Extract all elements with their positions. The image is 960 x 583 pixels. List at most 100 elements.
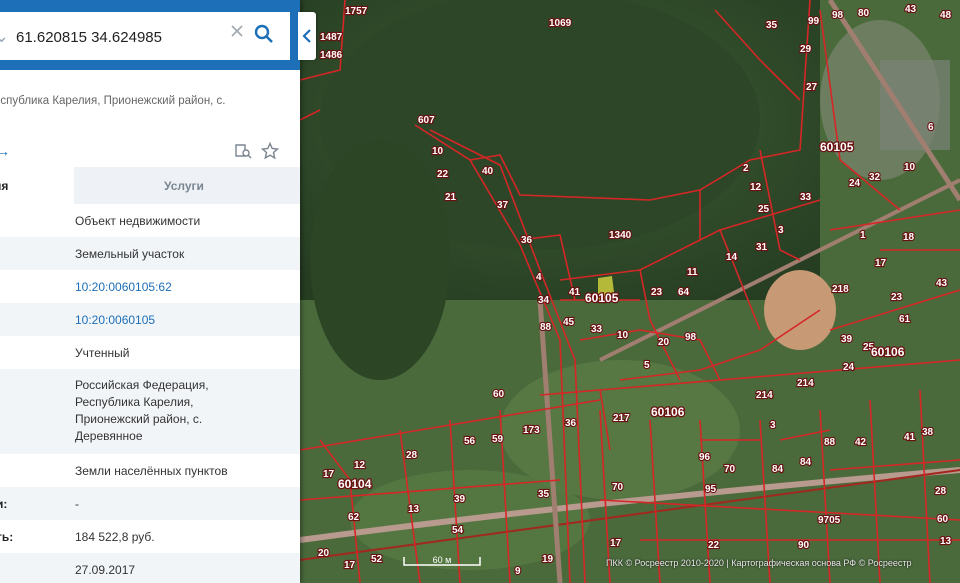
info-row: Земли населённых пунктов bbox=[75, 464, 228, 478]
star-icon[interactable] bbox=[261, 142, 279, 160]
svg-text:22: 22 bbox=[708, 540, 720, 551]
info-row: и: - bbox=[0, 487, 300, 520]
svg-text:35: 35 bbox=[538, 489, 550, 500]
info-row: Объект недвижимости bbox=[75, 214, 201, 228]
svg-text:214: 214 bbox=[797, 378, 814, 389]
close-icon[interactable] bbox=[230, 24, 244, 38]
collapse-panel-button[interactable] bbox=[298, 12, 316, 60]
chevron-left-icon bbox=[302, 29, 311, 43]
svg-text:59: 59 bbox=[492, 434, 504, 445]
svg-text:10: 10 bbox=[432, 146, 444, 157]
svg-text:41: 41 bbox=[904, 432, 916, 443]
chevron-down-icon[interactable]: ⌄ bbox=[0, 26, 9, 47]
svg-text:96: 96 bbox=[699, 452, 711, 463]
svg-text:1: 1 bbox=[860, 230, 866, 241]
svg-text:41: 41 bbox=[569, 287, 581, 298]
svg-text:99: 99 bbox=[808, 16, 820, 27]
map-copyright: ПКК © Росреестр 2010-2020 | Картографиче… bbox=[606, 558, 912, 568]
svg-text:60105: 60105 bbox=[820, 140, 854, 154]
tab-services[interactable]: Услуги bbox=[74, 167, 300, 204]
svg-text:36: 36 bbox=[565, 418, 577, 429]
svg-text:17: 17 bbox=[323, 469, 335, 480]
svg-text:214: 214 bbox=[756, 390, 773, 401]
svg-text:29: 29 bbox=[800, 44, 812, 55]
svg-text:61: 61 bbox=[899, 314, 911, 325]
svg-text:84: 84 bbox=[772, 464, 784, 475]
svg-text:17: 17 bbox=[875, 258, 887, 269]
svg-text:54: 54 bbox=[452, 525, 464, 536]
svg-text:12: 12 bbox=[354, 460, 366, 471]
svg-text:31: 31 bbox=[756, 242, 768, 253]
svg-text:56: 56 bbox=[464, 436, 476, 447]
svg-text:43: 43 bbox=[905, 4, 917, 15]
svg-text:80: 80 bbox=[858, 8, 870, 19]
svg-text:217: 217 bbox=[613, 413, 630, 424]
svg-text:2: 2 bbox=[743, 163, 749, 174]
info-row: : 10:20:0060105 bbox=[0, 303, 300, 336]
svg-text:98: 98 bbox=[685, 332, 697, 343]
svg-text:18: 18 bbox=[903, 232, 915, 243]
svg-text:1487: 1487 bbox=[320, 32, 343, 43]
svg-text:60: 60 bbox=[493, 389, 505, 400]
svg-text:4: 4 bbox=[536, 272, 542, 283]
cadastral-quarter-link[interactable]: 10:20:0060105 bbox=[75, 312, 265, 329]
svg-text:60104: 60104 bbox=[338, 477, 372, 491]
svg-text:70: 70 bbox=[612, 482, 624, 493]
svg-text:13: 13 bbox=[940, 536, 952, 547]
arrow-right-icon[interactable]: → bbox=[0, 143, 10, 159]
svg-text:21: 21 bbox=[445, 192, 457, 203]
svg-text:60105: 60105 bbox=[585, 291, 619, 305]
info-row: Учтенный bbox=[75, 346, 130, 360]
svg-text:38: 38 bbox=[922, 427, 934, 438]
svg-text:43: 43 bbox=[936, 278, 948, 289]
svg-text:35: 35 bbox=[766, 20, 778, 31]
svg-text:39: 39 bbox=[454, 494, 466, 505]
svg-text:45: 45 bbox=[563, 317, 575, 328]
svg-text:6: 6 bbox=[928, 122, 934, 133]
svg-text:98: 98 bbox=[832, 10, 844, 21]
svg-text:60106: 60106 bbox=[871, 345, 905, 359]
svg-text:25: 25 bbox=[758, 204, 770, 215]
svg-text:32: 32 bbox=[869, 172, 881, 183]
svg-text:17: 17 bbox=[344, 560, 356, 571]
svg-text:60: 60 bbox=[937, 514, 949, 525]
map-scale-bar: 60 м bbox=[403, 555, 481, 566]
address-line: еспублика Карелия, Прионежский район, с. bbox=[0, 95, 226, 107]
svg-text:90: 90 bbox=[798, 540, 810, 551]
svg-text:5: 5 bbox=[644, 360, 650, 371]
svg-text:1486: 1486 bbox=[320, 50, 343, 61]
svg-text:10: 10 bbox=[904, 162, 916, 173]
svg-text:1069: 1069 bbox=[549, 18, 572, 29]
svg-text:24: 24 bbox=[843, 362, 855, 373]
svg-text:34: 34 bbox=[538, 295, 550, 306]
svg-text:3: 3 bbox=[778, 225, 784, 236]
info-row: Российская Федерация, Республика Карелия… bbox=[0, 369, 300, 454]
svg-text:10: 10 bbox=[617, 330, 629, 341]
svg-text:20: 20 bbox=[658, 337, 670, 348]
search-input[interactable] bbox=[14, 23, 228, 51]
svg-text:218: 218 bbox=[832, 284, 849, 295]
info-row: ть: 184 522,8 руб. bbox=[0, 530, 155, 544]
svg-text:28: 28 bbox=[406, 450, 418, 461]
search-icon[interactable] bbox=[254, 24, 274, 44]
svg-text:23: 23 bbox=[891, 292, 903, 303]
search-box: ⌄ bbox=[0, 12, 290, 60]
svg-text:27: 27 bbox=[806, 82, 818, 93]
svg-text:39: 39 bbox=[841, 334, 853, 345]
svg-text:95: 95 bbox=[705, 484, 717, 495]
info-row: 10:20:0060105:62 bbox=[0, 270, 300, 303]
document-search-icon[interactable] bbox=[234, 143, 252, 159]
cadastral-number-link[interactable]: 10:20:0060105:62 bbox=[75, 279, 265, 296]
scale-label: 60 м bbox=[433, 555, 452, 565]
search-bar: ⌄ bbox=[0, 0, 300, 70]
svg-text:3: 3 bbox=[770, 420, 776, 431]
svg-text:1757: 1757 bbox=[345, 6, 368, 17]
svg-text:60106: 60106 bbox=[651, 405, 685, 419]
svg-text:173: 173 bbox=[523, 425, 540, 436]
svg-text:64: 64 bbox=[678, 287, 690, 298]
tab-information[interactable]: ия bbox=[0, 167, 74, 204]
svg-text:40: 40 bbox=[482, 166, 494, 177]
svg-text:19: 19 bbox=[542, 554, 554, 565]
svg-text:13: 13 bbox=[408, 504, 420, 515]
svg-text:22: 22 bbox=[437, 169, 449, 180]
